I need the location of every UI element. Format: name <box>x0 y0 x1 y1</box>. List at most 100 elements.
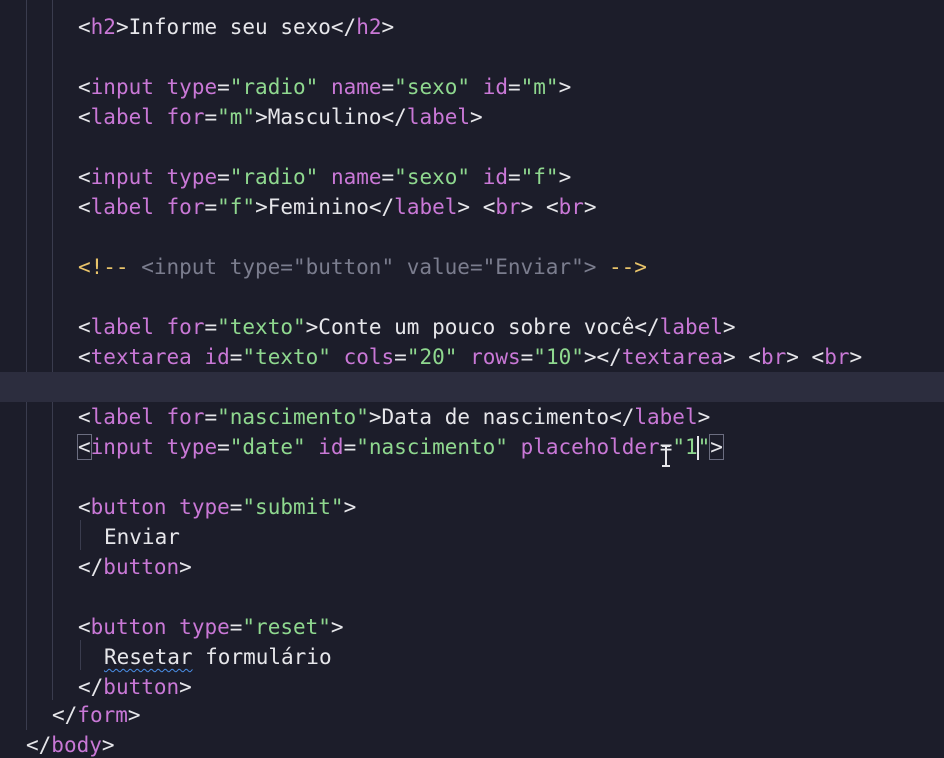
code-token: = <box>520 345 534 369</box>
code-line[interactable]: </body> <box>26 730 115 758</box>
code-token: </ <box>609 405 635 429</box>
code-token: > <box>558 75 572 99</box>
code-line[interactable]: Resetar formulário <box>104 642 332 672</box>
code-line[interactable]: <!-- <input type="button" value="Enviar"… <box>78 252 647 282</box>
code-token: "f" <box>217 195 256 219</box>
code-token: Informe seu sexo <box>128 15 331 39</box>
code-token: "radio" <box>229 165 319 189</box>
code-token: "texto" <box>242 345 331 369</box>
code-line[interactable]: <input type="radio" name="sexo" id="m"> <box>78 72 571 102</box>
code-token: Enviar <box>104 525 180 549</box>
code-token: label <box>90 315 154 339</box>
code-token: > <box>115 15 129 39</box>
text-cursor-ibeam-icon <box>662 445 670 467</box>
code-token: > <box>179 675 192 699</box>
code-token: ></ <box>583 345 622 369</box>
code-token: Resetar <box>104 645 193 669</box>
code-token: < <box>811 345 825 369</box>
code-line[interactable]: <label for="f">Feminino</label> <br> <br… <box>78 192 597 222</box>
code-line[interactable]: <input type="date" id="nascimento" place… <box>77 432 724 462</box>
code-token: input <box>90 165 154 189</box>
code-token: id <box>318 435 344 459</box>
code-line[interactable]: <label for="texto">Conte um pouco sobre … <box>78 312 736 342</box>
code-line[interactable]: </button> <box>78 552 192 582</box>
code-token: > <box>583 195 597 219</box>
code-line[interactable]: <h2>Informe seu sexo</h2> <box>78 12 394 42</box>
code-line[interactable]: Enviar <box>104 522 180 552</box>
code-token: = <box>204 105 218 129</box>
code-token: = <box>229 615 243 639</box>
code-line[interactable]: <button type="reset"> <box>78 612 344 642</box>
code-token: label <box>406 105 471 129</box>
code-token: < <box>482 195 496 219</box>
code-token: </ <box>381 105 407 129</box>
code-token: > <box>381 15 395 39</box>
code-line[interactable]: <input type="radio" name="sexo" id="f"> <box>78 162 571 192</box>
code-token: </ <box>78 675 104 699</box>
code-token: <!-- <box>78 255 129 279</box>
indent-guide-button-1 <box>80 520 81 550</box>
code-line[interactable]: <button type="submit"> <box>78 492 356 522</box>
code-line[interactable]: </form> <box>52 700 141 730</box>
code-line[interactable]: <label for="m">Masculino</label> <box>78 102 483 132</box>
code-token: button <box>103 555 180 579</box>
code-editor[interactable]: <h2>Informe seu sexo</h2> <input type="ra… <box>0 0 944 758</box>
code-token: = <box>394 345 407 369</box>
code-token: label <box>634 405 698 429</box>
code-token: > <box>255 105 268 129</box>
code-token: > <box>101 733 115 757</box>
code-token: < <box>78 495 91 519</box>
code-token: name <box>330 75 382 99</box>
code-token: br <box>558 195 584 219</box>
indent-guide-inner <box>52 0 53 700</box>
code-token: "nascimento" <box>356 435 508 459</box>
code-token: < <box>78 15 91 39</box>
code-line[interactable]: <label for="nascimento">Data de nascimen… <box>78 402 710 432</box>
indent-guide-outer <box>26 0 27 730</box>
code-token: Conte um pouco sobre você <box>318 315 635 339</box>
code-token: button <box>90 615 167 639</box>
code-line[interactable]: <textarea id="texto" cols="20" rows="10"… <box>78 342 862 372</box>
code-token: input <box>90 435 154 459</box>
code-token: id <box>204 345 230 369</box>
code-token: "date" <box>229 435 306 459</box>
code-token: > <box>697 405 711 429</box>
code-token: > <box>127 703 141 727</box>
code-token: "m" <box>520 75 559 99</box>
code-token: button <box>103 675 180 699</box>
code-token: " <box>697 435 711 459</box>
code-token: formulário <box>192 645 332 669</box>
code-token: < <box>545 195 559 219</box>
code-token: "sexo" <box>394 165 471 189</box>
code-token: = <box>229 345 243 369</box>
code-token: br <box>824 345 850 369</box>
code-line[interactable] <box>0 372 944 402</box>
code-token: < <box>78 165 91 189</box>
code-token: input <box>90 75 154 99</box>
code-token: "10" <box>533 345 584 369</box>
code-token: type <box>166 75 218 99</box>
code-token: = <box>204 315 218 339</box>
code-token: > <box>343 495 357 519</box>
code-token: "submit" <box>242 495 344 519</box>
code-token: "20" <box>406 345 458 369</box>
code-line[interactable]: </button> <box>78 672 192 702</box>
code-token: type <box>179 615 230 639</box>
code-token: > <box>305 315 319 339</box>
code-token: = <box>217 75 230 99</box>
code-token: < <box>748 345 761 369</box>
code-token: br <box>495 195 521 219</box>
code-token: "1 <box>672 435 698 459</box>
code-token: = <box>204 405 218 429</box>
code-token: < <box>78 405 91 429</box>
